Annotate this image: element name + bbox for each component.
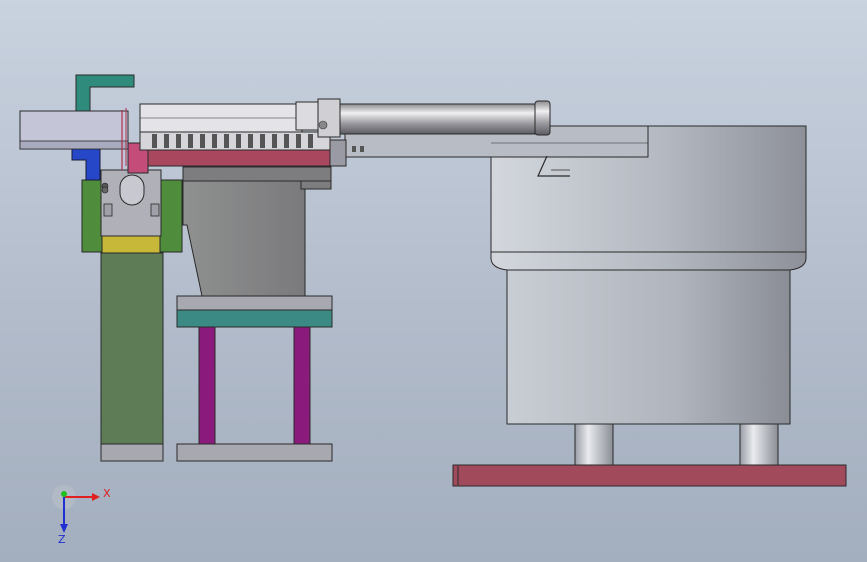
bowl-lower-drum: [506, 267, 791, 425]
pedestal: [182, 180, 306, 297]
axis-triad: X Z: [52, 485, 111, 546]
axis-z-label: Z: [58, 533, 66, 546]
stand-foot-plate: [176, 443, 333, 462]
linear-feeder: [19, 74, 551, 462]
bowl-skirt: [490, 249, 807, 271]
lift-block: [100, 234, 164, 254]
stand-leg-right: [293, 325, 311, 445]
clamp-left: [81, 179, 103, 253]
bowl-leg-right: [739, 423, 779, 467]
stand-leg-left: [198, 325, 216, 445]
cad-viewport[interactable]: X Z: [0, 0, 867, 562]
axis-x-label: X: [103, 487, 111, 500]
sensor-bracket: [75, 74, 135, 113]
blue-stopper: [71, 147, 101, 181]
bowl-leg-left: [574, 423, 614, 467]
pedestal-cap: [182, 166, 332, 182]
cad-drawing: X Z: [19, 74, 847, 546]
lift-column: [100, 251, 164, 445]
stand-mount-plate: [176, 295, 333, 311]
clamp-right: [159, 179, 183, 253]
part-comb: [139, 131, 331, 151]
pneumatic-cylinder: [339, 103, 536, 135]
bowl-base-plate: [452, 464, 847, 487]
cylinder-endcap: [534, 100, 551, 136]
feed-rail: [137, 149, 331, 167]
stand-top-plate: [176, 309, 333, 328]
column-foot-plate: [100, 443, 164, 462]
bowl-feeder: [344, 125, 847, 487]
